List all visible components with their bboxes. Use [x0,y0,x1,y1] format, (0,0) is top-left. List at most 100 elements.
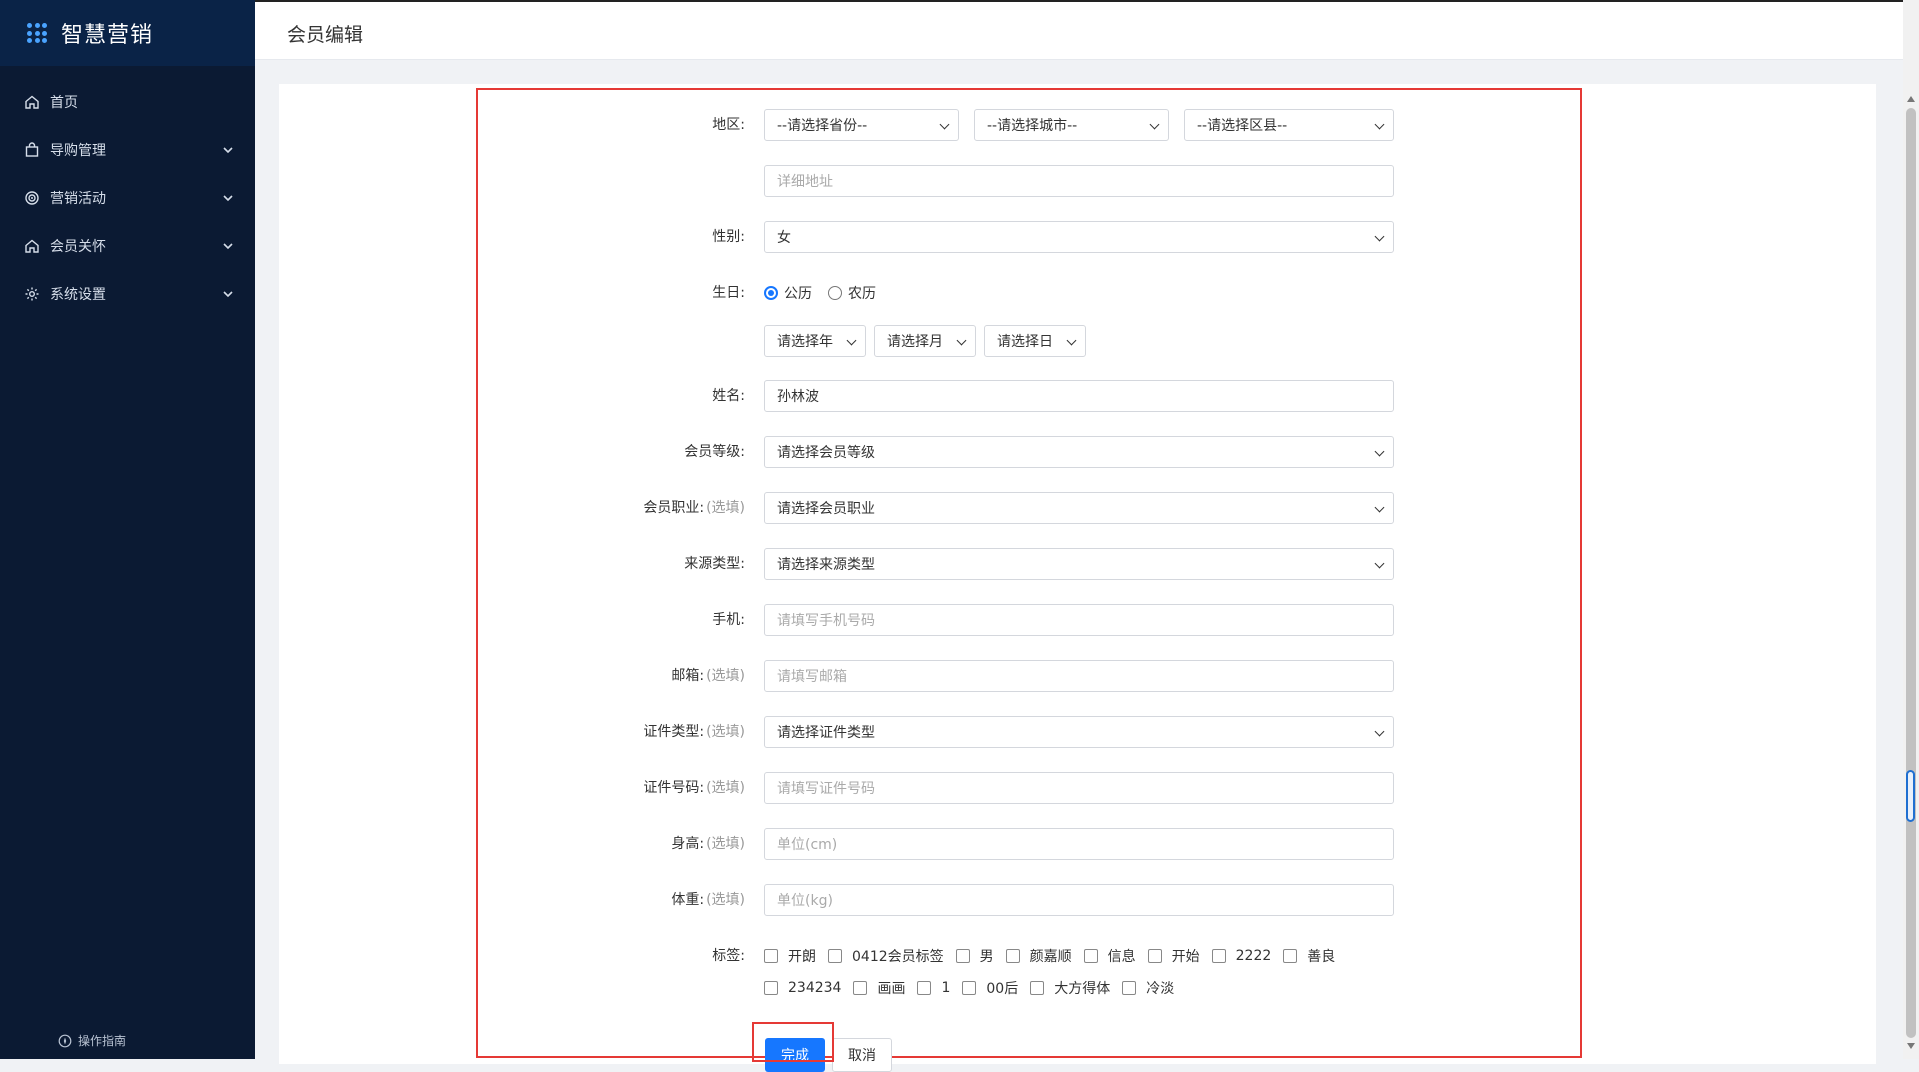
tag-label[interactable]: 男 [980,946,994,966]
row-address: 详细地址 [600,165,1400,197]
compass-icon [58,1034,72,1048]
brand-title: 智慧营销 [61,23,154,48]
scroll-thumb[interactable] [1906,108,1916,1038]
tag-checkbox[interactable] [764,949,778,963]
sidebar-item-marketing[interactable]: 营销活动 [0,174,255,222]
tag-label[interactable]: 大方得体 [1054,978,1110,998]
sidebar-item-label: 首页 [50,95,78,111]
member-level-select[interactable]: 请选择会员等级 [764,436,1394,468]
id-number-input[interactable]: 请填写证件号码 [764,772,1394,804]
source-type-select[interactable]: 请选择来源类型 [764,548,1394,580]
tag-checkbox[interactable] [853,981,868,995]
scroll-down-arrow[interactable] [1907,1043,1915,1049]
address-input[interactable]: 详细地址 [764,165,1394,197]
id-number-label: 证件号码: (选填) [600,772,745,804]
member-level-label: 会员等级: [684,444,745,460]
tag-checkbox[interactable] [828,949,842,963]
highlight-box-submit [752,1022,834,1062]
tag-checkbox[interactable] [1005,949,1020,963]
tags-line-2: 234234 画画 1 00后 大方得体 冷淡 [764,972,1364,1004]
chevron-down-icon [223,291,233,298]
row-gender: 性别: 女 [600,221,1400,253]
row-email: 邮箱: (选填) 请填写邮箱 [600,660,1400,692]
tag-checkbox[interactable] [1283,949,1298,963]
tag-label[interactable]: 00后 [986,978,1018,998]
name-input[interactable]: 孙林波 [764,380,1394,412]
sidebar-item-home[interactable]: 首页 [0,78,255,126]
birth-month-select[interactable]: 请选择月 [874,325,976,357]
row-name: 姓名: 孙林波 [600,380,1400,412]
tag-label[interactable]: 234234 [788,980,841,996]
birth-day-select[interactable]: 请选择日 [984,325,1086,357]
tag-checkbox[interactable] [1211,949,1226,963]
tag-checkbox[interactable] [955,949,970,963]
sidebar-item-guide-management[interactable]: 导购管理 [0,126,255,174]
sidebar-item-label: 营销活动 [50,191,106,207]
row-id-number: 证件号码: (选填) 请填写证件号码 [600,772,1400,804]
weight-input[interactable]: 单位(kg) [764,884,1394,916]
gender-label: 性别: [712,229,745,245]
operation-guide-link[interactable]: 操作指南 [58,1032,126,1049]
height-input[interactable]: 单位(cm) [764,828,1394,860]
email-input[interactable]: 请填写邮箱 [764,660,1394,692]
tag-label[interactable]: 0412会员标签 [852,946,944,966]
email-label: 邮箱: (选填) [600,660,745,692]
lunar-calendar-radio[interactable] [828,286,842,300]
optional-hint: (选填) [706,892,745,908]
tag-label[interactable]: 2222 [1236,948,1272,964]
tag-label[interactable]: 善良 [1307,946,1335,966]
district-select[interactable]: --请选择区县-- [1184,109,1394,141]
tag-checkbox[interactable] [1030,981,1045,995]
tag-checkbox[interactable] [1083,949,1098,963]
row-height: 身高: (选填) 单位(cm) [600,828,1400,860]
calendar-type-radio-group: 公历 农历 [764,277,892,309]
cancel-button[interactable]: 取消 [832,1038,892,1072]
tag-label[interactable]: 颜嘉顺 [1030,946,1072,966]
height-label-text: 身高: [671,836,705,852]
tags-line-1: 开朗 0412会员标签 男 颜嘉顺 信息 开始 2222 善良 [764,940,1364,972]
tag-checkbox[interactable] [764,981,778,995]
province-select[interactable]: --请选择省份-- [764,109,959,141]
sidebar-item-member-care[interactable]: 会员关怀 [0,222,255,270]
sidebar-nav: 首页 导购管理 营销活动 会员关怀 系统设置 [0,78,255,318]
tag-checkbox[interactable] [1122,981,1137,995]
tag-label[interactable]: 开始 [1172,946,1200,966]
phone-input[interactable]: 请填写手机号码 [764,604,1394,636]
id-type-label: 证件类型: (选填) [600,716,745,748]
weight-label: 体重: (选填) [600,884,745,916]
scroll-position-handle[interactable] [1906,770,1915,822]
optional-hint: (选填) [706,724,745,740]
solar-calendar-radio[interactable] [764,286,778,300]
tag-checkbox[interactable] [917,981,932,995]
tag-label[interactable]: 开朗 [788,946,816,966]
tag-checkbox[interactable] [962,981,977,995]
height-label: 身高: (选填) [600,828,745,860]
tag-label[interactable]: 信息 [1108,946,1136,966]
tag-label[interactable]: 1 [941,980,950,996]
name-label: 姓名: [712,388,745,404]
page-scrollbar[interactable] [1903,0,1919,1059]
sidebar-item-label: 导购管理 [50,143,106,159]
lunar-calendar-label[interactable]: 农历 [848,283,876,303]
tag-label[interactable]: 画画 [877,978,905,998]
id-type-select[interactable]: 请选择证件类型 [764,716,1394,748]
row-birthday: 生日: 公历 农历 [600,277,1400,309]
city-select[interactable]: --请选择城市-- [974,109,1169,141]
row-region: 地区: --请选择省份-- --请选择城市-- --请选择区县-- [600,109,1400,141]
chevron-down-icon [223,243,233,250]
bag-icon [24,142,40,158]
solar-calendar-label[interactable]: 公历 [784,283,812,303]
source-type-label: 来源类型: [684,556,745,572]
birth-year-select[interactable]: 请选择年 [764,325,866,357]
tags-label: 标签: [712,948,745,964]
sidebar-item-settings[interactable]: 系统设置 [0,270,255,318]
tag-checkbox[interactable] [1147,949,1162,963]
tag-label[interactable]: 冷淡 [1146,978,1174,998]
gender-select[interactable]: 女 [764,221,1394,253]
sidebar: 智慧营销 首页 导购管理 营销活动 会员关怀 系统设置 操作指南 [0,0,255,1059]
occupation-select[interactable]: 请选择会员职业 [764,492,1394,524]
chevron-down-icon [223,147,233,154]
scroll-up-arrow[interactable] [1907,96,1915,102]
brand[interactable]: 智慧营销 [0,0,255,66]
sidebar-item-label: 系统设置 [50,287,106,303]
